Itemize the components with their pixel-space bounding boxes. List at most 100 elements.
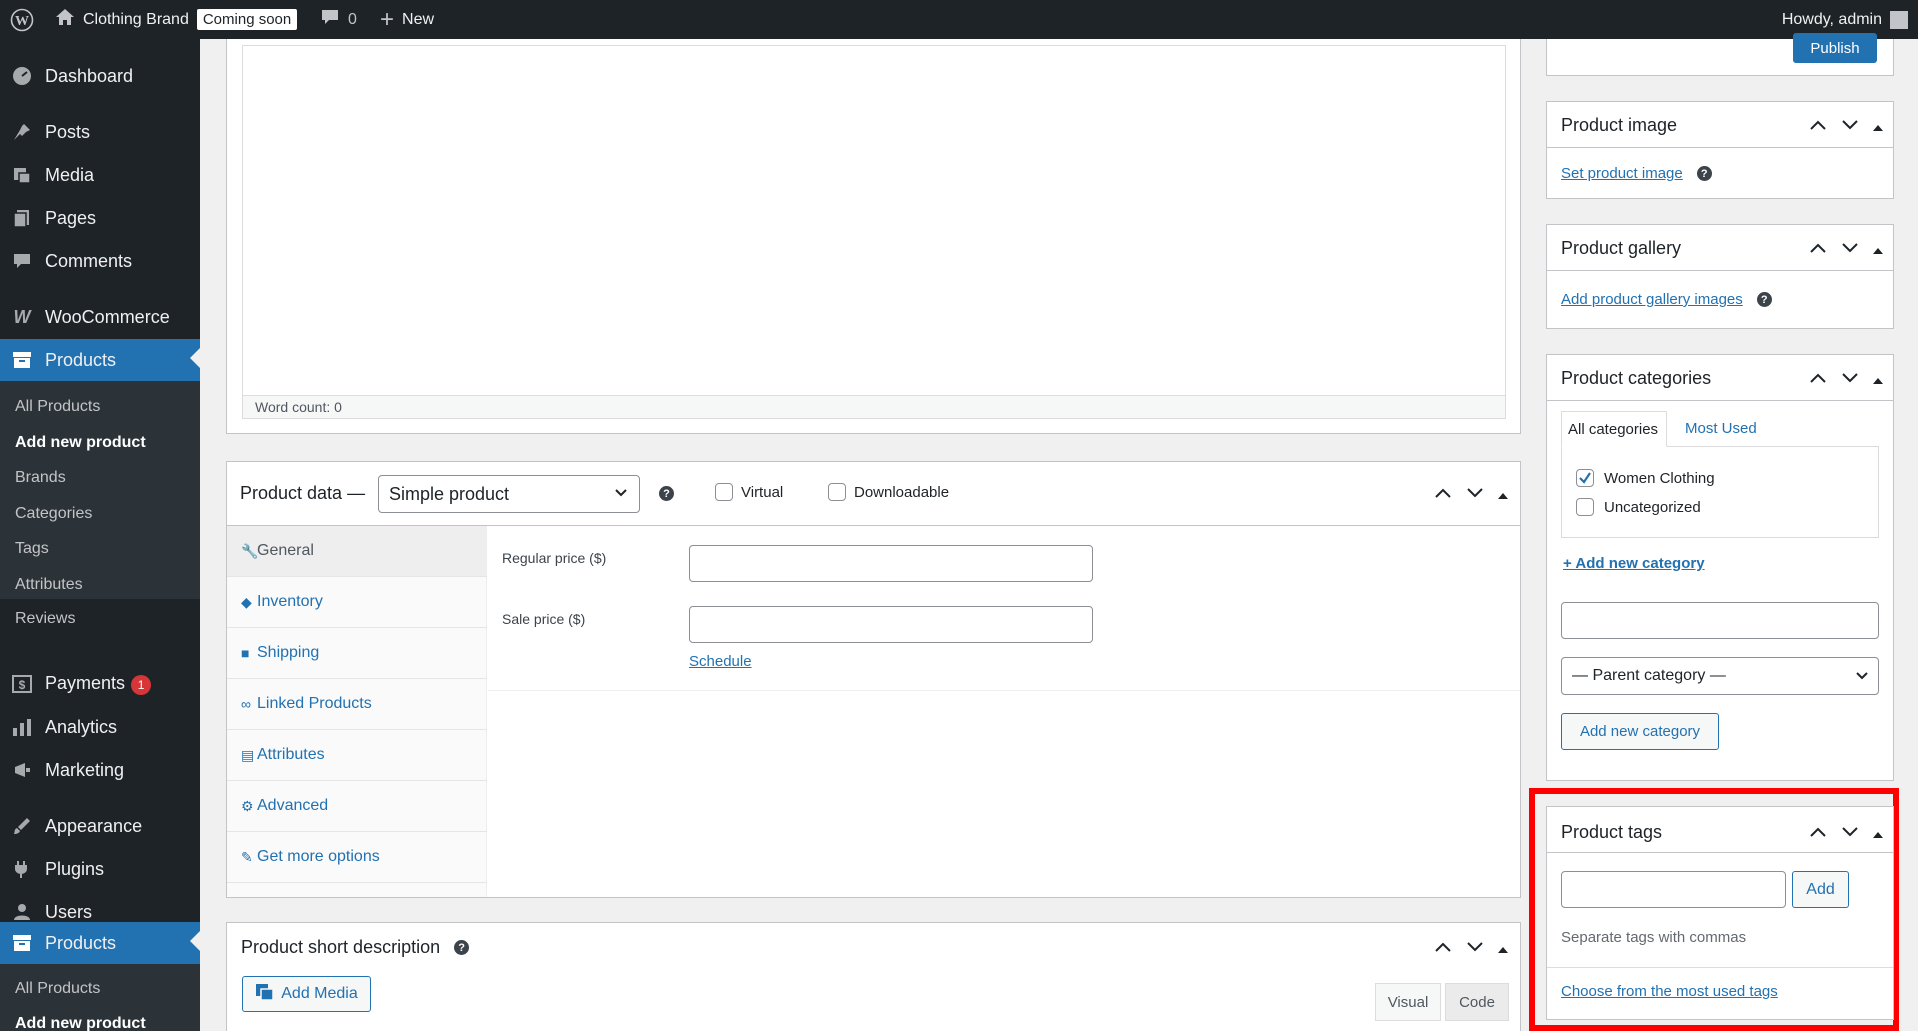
toggle-panel-icon[interactable] xyxy=(1873,242,1883,260)
wrench-icon: 🔧 xyxy=(241,542,259,559)
toggle-panel-icon[interactable] xyxy=(1873,119,1883,137)
toggle-panel-icon[interactable] xyxy=(1873,372,1883,390)
menu-payments[interactable]: $ Payments 1 xyxy=(0,665,200,703)
tab-general[interactable]: 🔧 General xyxy=(227,526,487,577)
svg-text:$: $ xyxy=(19,678,26,692)
submenu-tags[interactable]: Tags xyxy=(15,540,49,558)
regular-price-input[interactable] xyxy=(689,545,1093,582)
tab-most-used[interactable]: Most Used xyxy=(1685,420,1757,437)
publish-box: Publish xyxy=(1546,33,1894,76)
product-categories-controls xyxy=(1809,371,1883,390)
site-name: Clothing Brand xyxy=(83,10,189,28)
downloadable-checkbox[interactable]: Downloadable xyxy=(828,483,949,501)
schedule-link[interactable]: Schedule xyxy=(689,653,752,670)
submenu-add-new-product-2[interactable]: Add new product xyxy=(15,1015,146,1031)
submenu-brands[interactable]: Brands xyxy=(15,469,66,487)
product-type-select[interactable]: Simple product xyxy=(378,475,640,513)
menu-woocommerce[interactable]: W WooCommerce xyxy=(0,298,200,336)
comments-link[interactable]: 0 xyxy=(320,0,357,39)
description-editor-box: Word count: 0 xyxy=(226,39,1521,434)
products-submenu: All Products Add new product Brands Cate… xyxy=(0,381,200,599)
editor-textarea[interactable] xyxy=(242,45,1506,399)
help-icon[interactable]: ? xyxy=(659,486,674,501)
move-up-icon[interactable] xyxy=(1809,371,1827,390)
choose-most-used-tags-link[interactable]: Choose from the most used tags xyxy=(1561,983,1778,1000)
menu-products[interactable]: Products xyxy=(0,339,200,381)
tab-all-categories[interactable]: All categories xyxy=(1561,411,1667,447)
new-category-input[interactable] xyxy=(1561,602,1879,639)
payments-badge: 1 xyxy=(131,675,152,695)
admin-sidebar: Dashboard Posts Media Pages Comments W W… xyxy=(0,39,200,1031)
menu-posts[interactable]: Posts xyxy=(0,113,200,151)
submenu-add-new-product[interactable]: Add new product xyxy=(15,434,146,452)
menu-media[interactable]: Media xyxy=(0,156,200,194)
add-new-category-link[interactable]: + Add new category xyxy=(1563,555,1705,572)
add-tag-button[interactable]: Add xyxy=(1792,871,1849,908)
menu-dashboard[interactable]: Dashboard xyxy=(0,57,200,95)
menu-products-2[interactable]: Products xyxy=(0,922,200,964)
downloadable-checkbox-box[interactable] xyxy=(828,483,846,501)
category-women-clothing[interactable]: Women Clothing xyxy=(1576,469,1715,487)
menu-pages[interactable]: Pages xyxy=(0,199,200,237)
site-name-link[interactable]: Clothing Brand Coming soon xyxy=(55,0,298,39)
add-gallery-images-link[interactable]: Add product gallery images xyxy=(1561,291,1743,308)
menu-analytics[interactable]: Analytics xyxy=(0,708,200,746)
link-icon: ∞ xyxy=(241,696,251,712)
move-up-icon[interactable] xyxy=(1434,940,1452,959)
virtual-checkbox-box[interactable] xyxy=(715,483,733,501)
category-uncategorized[interactable]: Uncategorized xyxy=(1576,498,1701,516)
virtual-checkbox[interactable]: Virtual xyxy=(715,483,783,501)
tab-get-more-options[interactable]: ✎ Get more options xyxy=(227,832,487,883)
move-down-icon[interactable] xyxy=(1841,241,1859,260)
list-icon: ▤ xyxy=(241,746,255,763)
submenu-attributes[interactable]: Attributes xyxy=(15,576,83,594)
help-icon[interactable]: ? xyxy=(1756,292,1772,307)
menu-appearance[interactable]: Appearance xyxy=(0,807,200,845)
add-media-button[interactable]: Add Media xyxy=(242,976,371,1012)
help-icon[interactable]: ? xyxy=(454,940,470,955)
tab-code[interactable]: Code xyxy=(1445,983,1509,1021)
submenu-all-products[interactable]: All Products xyxy=(15,398,100,416)
checkbox-checked[interactable] xyxy=(1576,469,1594,487)
tab-inventory[interactable]: ◆ Inventory xyxy=(227,577,487,628)
tab-visual[interactable]: Visual xyxy=(1375,983,1441,1021)
chevron-down-icon xyxy=(1854,667,1870,688)
menu-marketing[interactable]: Marketing xyxy=(0,751,200,789)
move-down-icon[interactable] xyxy=(1841,371,1859,390)
submenu-reviews[interactable]: Reviews xyxy=(15,610,75,628)
move-up-icon[interactable] xyxy=(1809,825,1827,844)
parent-category-select[interactable]: — Parent category — xyxy=(1561,657,1879,695)
toggle-panel-icon[interactable] xyxy=(1498,941,1508,959)
move-up-icon[interactable] xyxy=(1809,118,1827,137)
product-image-header: Product image xyxy=(1547,102,1893,148)
chevron-down-icon xyxy=(613,484,629,505)
move-down-icon[interactable] xyxy=(1841,825,1859,844)
tab-attributes[interactable]: ▤ Attributes xyxy=(227,730,487,781)
move-down-icon[interactable] xyxy=(1466,940,1484,959)
move-down-icon[interactable] xyxy=(1841,118,1859,137)
tab-advanced[interactable]: ⚙ Advanced xyxy=(227,781,487,832)
toggle-panel-icon[interactable] xyxy=(1498,487,1508,505)
checkbox-unchecked[interactable] xyxy=(1576,498,1594,516)
sale-price-input[interactable] xyxy=(689,606,1093,643)
menu-plugins[interactable]: Plugins xyxy=(0,850,200,888)
submenu-categories[interactable]: Categories xyxy=(15,505,92,523)
add-new-category-button[interactable]: Add new category xyxy=(1561,713,1719,750)
set-product-image-link[interactable]: Set product image xyxy=(1561,165,1683,182)
publish-button[interactable]: Publish xyxy=(1793,33,1877,63)
wordpress-logo-icon[interactable]: W xyxy=(10,0,34,39)
toggle-panel-icon[interactable] xyxy=(1873,826,1883,844)
new-tag-input[interactable] xyxy=(1561,871,1786,908)
move-down-icon[interactable] xyxy=(1466,486,1484,505)
avatar xyxy=(1890,10,1908,29)
tab-linked-products[interactable]: ∞ Linked Products xyxy=(227,679,487,730)
new-content-link[interactable]: + New xyxy=(380,0,434,39)
move-up-icon[interactable] xyxy=(1809,241,1827,260)
media-icon xyxy=(255,983,275,1006)
move-up-icon[interactable] xyxy=(1434,486,1452,505)
coming-soon-badge[interactable]: Coming soon xyxy=(196,9,298,30)
tab-shipping[interactable]: ■ Shipping xyxy=(227,628,487,679)
submenu-all-products-2[interactable]: All Products xyxy=(15,980,100,998)
help-icon[interactable]: ? xyxy=(1696,166,1712,181)
menu-comments[interactable]: Comments xyxy=(0,242,200,280)
